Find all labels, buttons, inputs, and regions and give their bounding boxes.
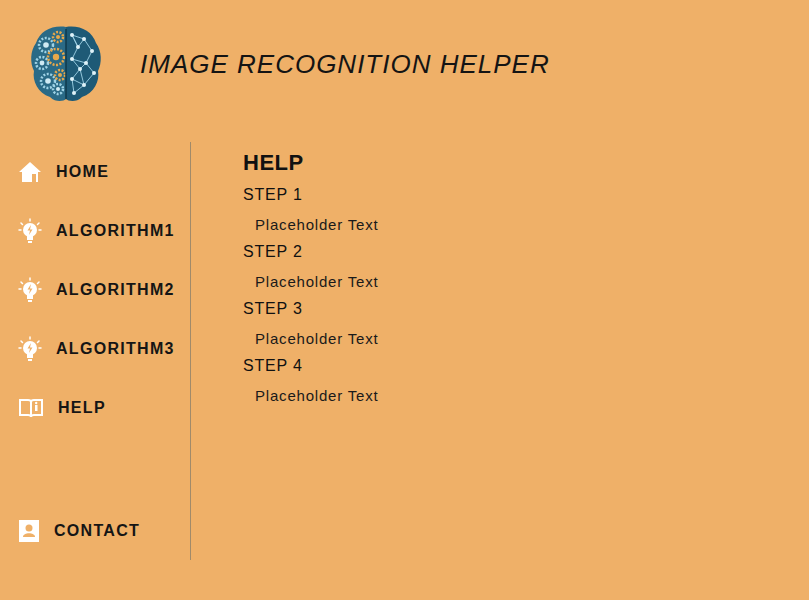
lightbulb-icon xyxy=(18,336,42,362)
help-step: STEP 2 Placeholder Text xyxy=(243,243,809,290)
help-step: STEP 1 Placeholder Text xyxy=(243,186,809,233)
home-icon xyxy=(18,160,42,184)
book-icon xyxy=(18,397,44,419)
sidebar-item-label: ALGORITHM3 xyxy=(56,340,175,358)
sidebar-item[interactable]: ALGORITHM3 xyxy=(0,319,190,378)
step-text: Placeholder Text xyxy=(255,273,809,290)
help-content: HELP STEP 1 Placeholder Text STEP 2 Placehol… xyxy=(191,142,809,560)
content-title: HELP xyxy=(243,150,809,176)
app-title: IMAGE RECOGNITION HELPER xyxy=(140,49,550,80)
sidebar-item[interactable]: ALGORITHM1 xyxy=(0,201,190,260)
main-area: HOME ALGORITHM1 ALGORITHM2 ALGORITHM3 HELP CO… xyxy=(0,142,809,560)
help-step: STEP 4 Placeholder Text xyxy=(243,357,809,404)
step-text: Placeholder Text xyxy=(255,330,809,347)
step-text: Placeholder Text xyxy=(255,216,809,233)
sidebar-item-label: HOME xyxy=(56,163,109,181)
step-text: Placeholder Text xyxy=(255,387,809,404)
brain-logo-icon xyxy=(28,23,104,105)
lightbulb-icon xyxy=(18,218,42,244)
step-title: STEP 1 xyxy=(243,186,809,204)
sidebar-item[interactable]: HELP xyxy=(0,378,190,437)
sidebar-item[interactable]: HOME xyxy=(0,142,190,201)
step-title: STEP 3 xyxy=(243,300,809,318)
sidebar-item-label: HELP xyxy=(58,399,106,417)
header: IMAGE RECOGNITION HELPER xyxy=(0,0,809,104)
help-step: STEP 3 Placeholder Text xyxy=(243,300,809,347)
contact-item[interactable]: CONTACT xyxy=(0,501,190,560)
sidebar-item-label: ALGORITHM2 xyxy=(56,281,175,299)
contact-icon xyxy=(18,519,40,543)
lightbulb-icon xyxy=(18,277,42,303)
sidebar-item[interactable]: ALGORITHM2 xyxy=(0,260,190,319)
sidebar: HOME ALGORITHM1 ALGORITHM2 ALGORITHM3 HELP CO… xyxy=(0,142,191,560)
sidebar-item-label: CONTACT xyxy=(54,522,140,540)
app-window: IMAGE RECOGNITION HELPER HOME ALGORITHM1 AL… xyxy=(0,0,809,600)
step-title: STEP 4 xyxy=(243,357,809,375)
step-title: STEP 2 xyxy=(243,243,809,261)
sidebar-item-label: ALGORITHM1 xyxy=(56,222,175,240)
